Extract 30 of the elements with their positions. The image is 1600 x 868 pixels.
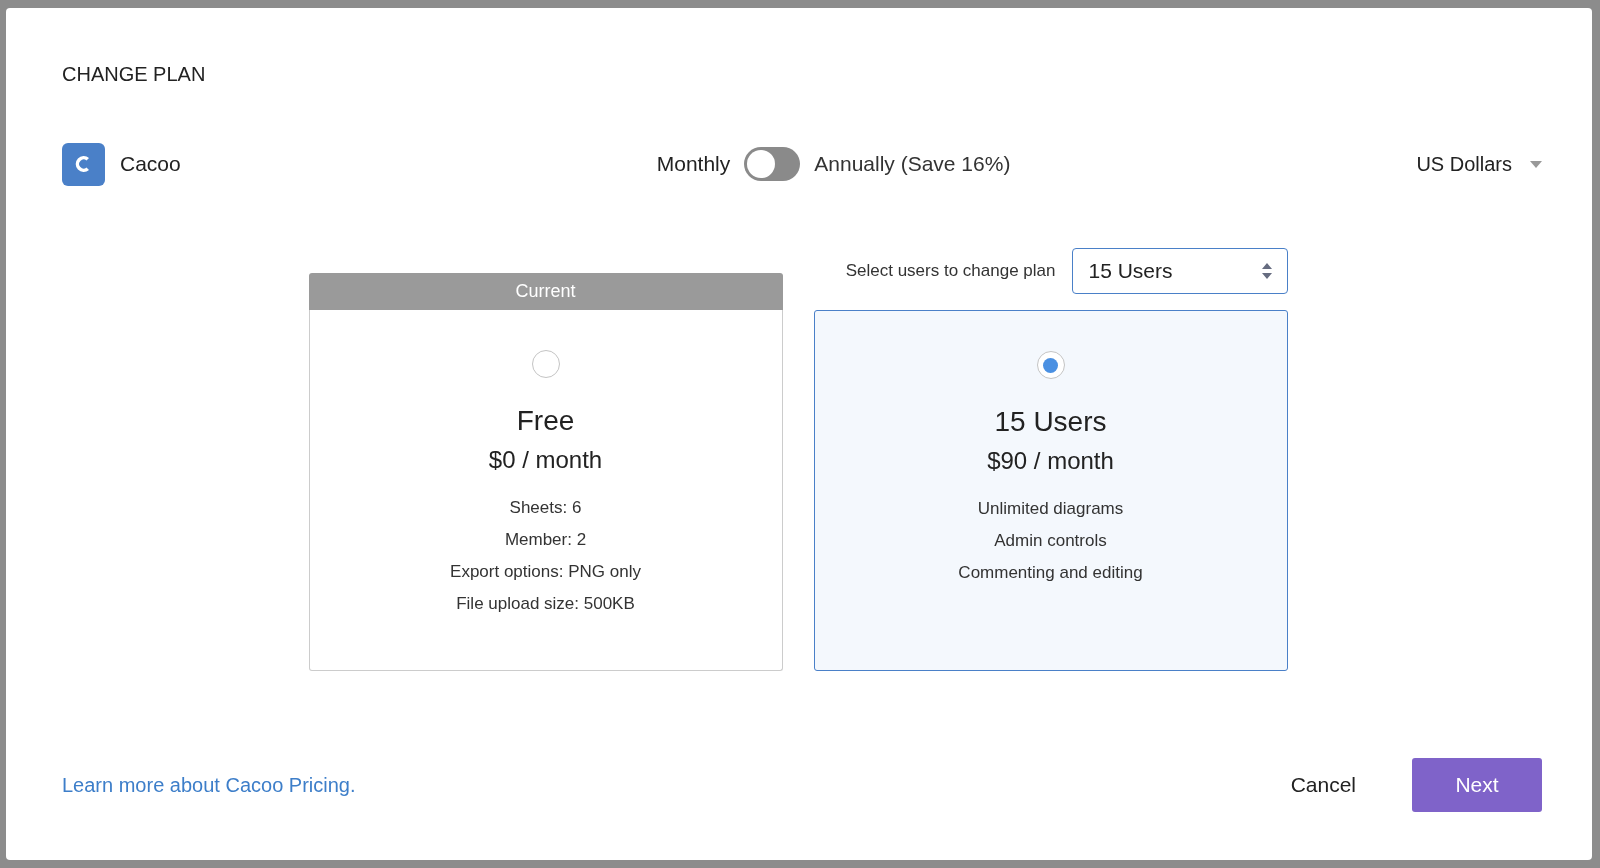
currency-dropdown[interactable]: US Dollars: [1416, 149, 1542, 179]
plan-price: $0 / month: [488, 445, 603, 475]
radio-button[interactable]: [531, 350, 560, 378]
plan-feature: Sheets: 6: [509, 497, 582, 520]
spinner-arrows-icon: [1260, 261, 1273, 281]
radio-button[interactable]: [1036, 351, 1065, 379]
plan-feature: Admin controls: [994, 530, 1107, 553]
logo-icon: [62, 142, 105, 186]
plan-feature: Commenting and editing: [958, 562, 1143, 585]
current-plan-header: Current: [308, 273, 783, 310]
dialog-title: CHANGE PLAN: [62, 64, 207, 84]
users-select[interactable]: 15 Users: [1071, 248, 1288, 294]
plan-name: 15 Users: [994, 405, 1107, 439]
next-button[interactable]: Next: [1412, 758, 1542, 812]
plan-feature: Member: 2: [504, 529, 587, 552]
billing-toggle[interactable]: [744, 147, 801, 181]
pricing-link[interactable]: Learn more about Cacoo Pricing.: [62, 770, 356, 800]
monthly-label: Monthly: [656, 151, 731, 178]
plan-feature: Export options: PNG only: [450, 561, 641, 584]
plan-feature: File upload size: 500KB: [456, 593, 635, 616]
plan-price: $90 / month: [987, 446, 1114, 476]
cancel-button[interactable]: Cancel: [1284, 761, 1362, 809]
brand-name: Cacoo: [120, 151, 181, 178]
plan-feature: Unlimited diagrams: [977, 498, 1124, 521]
annual-label: Annually (Save 16%): [814, 151, 1011, 178]
plan-card[interactable]: Free $0 / month Sheets: 6 Member: 2 Export options: PNG only File upload size: 500KB: [308, 310, 783, 671]
caret-icon: [1530, 160, 1542, 168]
plan-card[interactable]: 15 Users $90 / month Unlimited diagrams Admin controls Commenting and editing: [813, 310, 1288, 671]
select-users-label: Select users to change plan: [845, 260, 1056, 283]
plan-name: Free: [516, 404, 575, 438]
